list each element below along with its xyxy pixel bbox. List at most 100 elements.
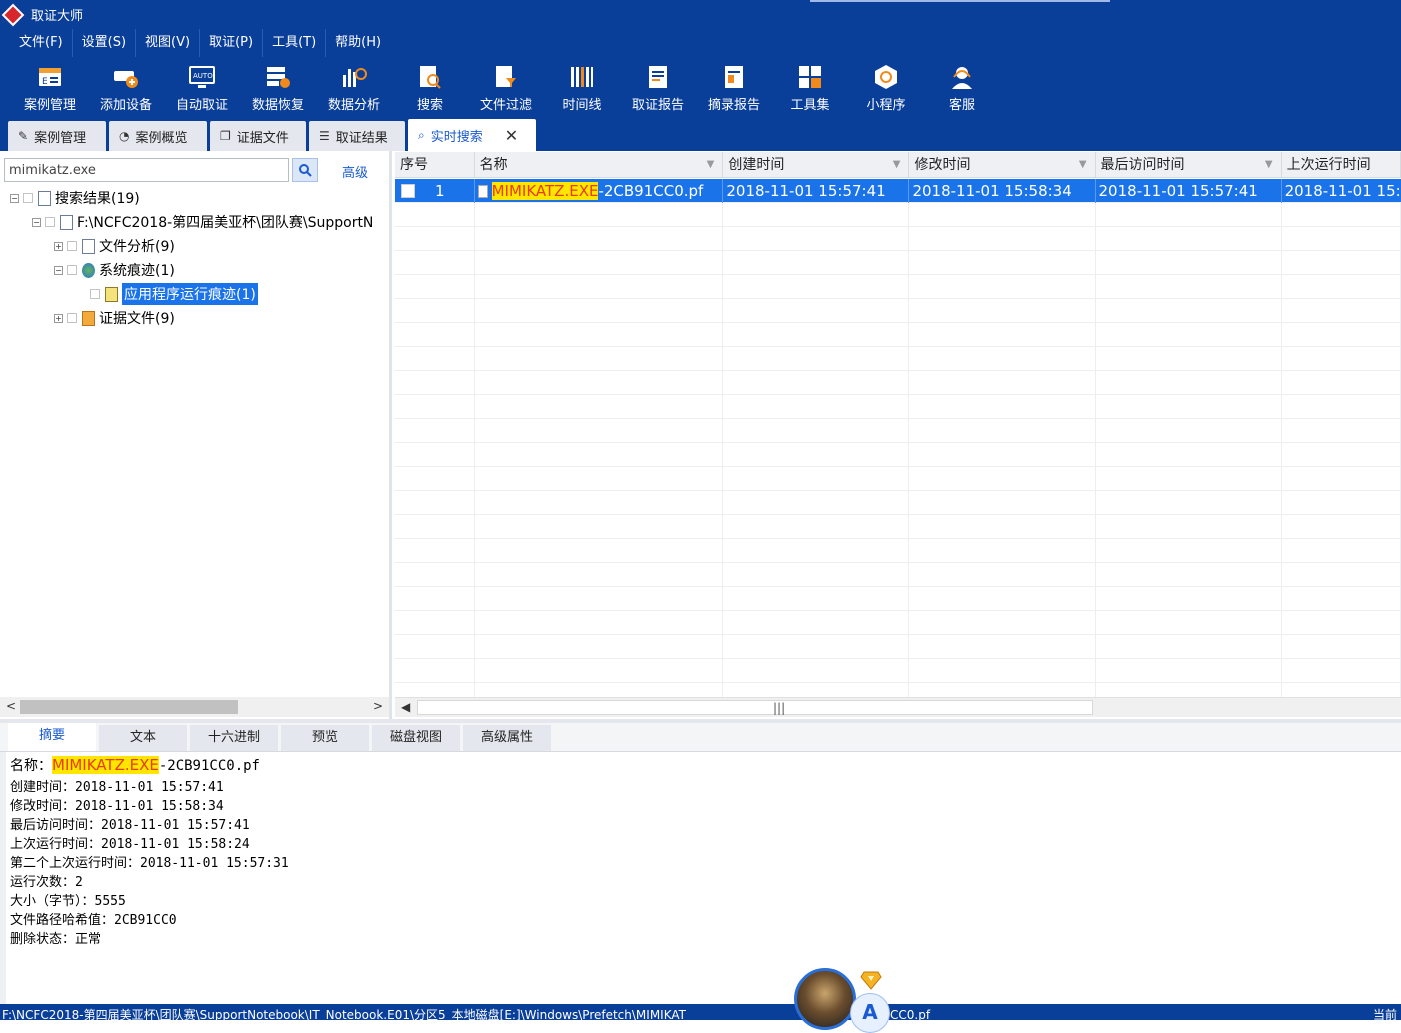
collapse-icon[interactable]: −	[54, 265, 63, 275]
expand-icon[interactable]: +	[54, 313, 63, 323]
tree-checkbox[interactable]	[67, 241, 77, 251]
empty-cell	[1282, 395, 1401, 419]
tree-node-system-traces[interactable]: − 系统痕迹(1)	[54, 259, 175, 281]
tab-text[interactable]: 文本	[99, 725, 187, 751]
column-header-last-run[interactable]: 上次运行时间	[1282, 152, 1401, 178]
empty-cell	[475, 251, 724, 275]
menu-forensics[interactable]: 取证(P)	[200, 29, 264, 57]
file-analysis-icon	[82, 238, 95, 254]
empty-cell	[395, 275, 475, 299]
empty-cell	[1096, 611, 1282, 635]
copy-icon: ❐	[220, 129, 231, 143]
column-header-modified[interactable]: 修改时间 ▼	[909, 152, 1096, 178]
toolbar-label: 工具集	[790, 98, 830, 113]
assistant-avatar[interactable]	[794, 968, 856, 1030]
menu-view[interactable]: 视图(V)	[136, 29, 201, 57]
row-checkbox[interactable]	[401, 184, 415, 198]
empty-cell	[723, 563, 910, 587]
tree-node-evidence-path[interactable]: − F:\NCFC2018-第四届美亚杯\团队赛\SupportN	[32, 211, 373, 233]
add-device-button[interactable]: 添加设备	[88, 57, 164, 118]
tab-summary[interactable]: 摘要	[8, 723, 96, 751]
close-tab-icon[interactable]: ✕	[505, 126, 518, 145]
empty-cell	[395, 371, 475, 395]
tree-checkbox[interactable]	[67, 313, 77, 323]
empty-cell	[1282, 251, 1401, 275]
search-input[interactable]	[4, 158, 289, 182]
tree-checkbox[interactable]	[45, 217, 55, 227]
toolset-button[interactable]: 工具集	[772, 57, 848, 118]
timeline-button[interactable]: 时间线	[544, 57, 620, 118]
empty-cell	[723, 251, 910, 275]
left-horizontal-scrollbar[interactable]: < >	[0, 697, 389, 717]
filter-icon[interactable]: ▼	[1265, 152, 1273, 178]
report-button[interactable]: 取证报告	[620, 57, 696, 118]
empty-cell	[723, 227, 910, 251]
tree-node-file-analysis[interactable]: + 文件分析(9)	[54, 235, 175, 257]
column-header-name[interactable]: 名称 ▼	[475, 152, 724, 178]
assistant-a-button[interactable]: A	[850, 993, 890, 1033]
empty-cell	[475, 299, 724, 323]
tab-hex[interactable]: 十六进制	[190, 725, 278, 751]
column-header-accessed[interactable]: 最后访问时间 ▼	[1096, 152, 1282, 178]
filter-icon[interactable]: ▼	[707, 152, 715, 178]
tree-checkbox[interactable]	[90, 289, 100, 299]
scroll-thumb[interactable]: |||	[417, 700, 1093, 715]
expand-icon[interactable]: +	[54, 241, 63, 251]
menu-help[interactable]: 帮助(H)	[326, 29, 390, 57]
tree-node-app-traces[interactable]: 应用程序运行痕迹(1)	[78, 283, 258, 305]
search-button[interactable]: 搜索	[392, 57, 468, 118]
scroll-left-icon[interactable]: <	[6, 699, 16, 713]
tree-checkbox[interactable]	[23, 193, 33, 203]
empty-cell	[395, 323, 475, 347]
auto-forensics-button[interactable]: AUTO 自动取证	[164, 57, 240, 118]
empty-cell	[1282, 371, 1401, 395]
tab-case-manage[interactable]: ✎ 案例管理	[8, 121, 106, 151]
mini-program-button[interactable]: 小程序	[848, 57, 924, 118]
tab-preview[interactable]: 预览	[281, 725, 369, 751]
empty-cell	[723, 587, 910, 611]
detail-run-count: 运行次数：2	[10, 875, 83, 890]
scroll-thumb[interactable]	[20, 700, 238, 714]
filter-icon[interactable]: ▼	[1079, 152, 1087, 178]
tree-node-search-results[interactable]: − 搜索结果(19)	[10, 187, 140, 209]
customer-service-button[interactable]: 客服	[924, 57, 1000, 118]
data-recovery-button[interactable]: 数据恢复	[240, 57, 316, 118]
menu-bar: 文件(F) 设置(S) 视图(V) 取证(P) 工具(T) 帮助(H)	[0, 29, 1401, 57]
empty-cell	[723, 419, 910, 443]
empty-cell	[909, 299, 1096, 323]
menu-settings[interactable]: 设置(S)	[73, 29, 137, 57]
tree-node-evidence-files[interactable]: + 证据文件(9)	[54, 307, 175, 329]
scroll-right-icon[interactable]: >	[373, 699, 383, 713]
column-header-created[interactable]: 创建时间 ▼	[723, 152, 910, 178]
empty-cell	[1282, 347, 1401, 371]
tab-case-overview[interactable]: ◔ 案例概览	[109, 121, 207, 151]
menu-tools[interactable]: 工具(T)	[263, 29, 327, 57]
grid-horizontal-scrollbar[interactable]: ◀ |||	[395, 697, 1401, 717]
tab-disk-view[interactable]: 磁盘视图	[372, 725, 460, 751]
report-icon	[644, 63, 672, 91]
scroll-left-icon[interactable]: ◀	[401, 700, 410, 714]
tree-checkbox[interactable]	[67, 265, 77, 275]
table-row[interactable]: 1 MIMIKATZ.EXE-2CB91CC0.pf 2018-11-01 15…	[395, 179, 1401, 203]
advanced-search-link[interactable]: 高级	[342, 162, 368, 181]
customer-service-icon	[948, 63, 976, 91]
empty-cell	[909, 491, 1096, 515]
file-filter-icon	[492, 63, 520, 91]
tab-evidence-files[interactable]: ❐ 证据文件	[210, 121, 306, 151]
tab-realtime-search[interactable]: ⌕ 实时搜索 ✕	[408, 119, 536, 151]
status-path: F:\NCFC2018-第四届美亚杯\团队赛\SupportNotebook\I…	[2, 1008, 686, 1020]
search-button[interactable]	[292, 158, 318, 182]
collapse-icon[interactable]: −	[10, 193, 19, 203]
data-analysis-button[interactable]: 数据分析	[316, 57, 392, 118]
data-recovery-icon	[264, 63, 292, 91]
file-filter-button[interactable]: 文件过滤	[468, 57, 544, 118]
excerpt-report-button[interactable]: 摘录报告	[696, 57, 772, 118]
filter-icon[interactable]: ▼	[893, 152, 901, 178]
tab-forensics-result[interactable]: ☰ 取证结果	[309, 121, 405, 151]
column-header-index[interactable]: 序号	[395, 152, 475, 178]
timeline-icon	[568, 63, 596, 91]
collapse-icon[interactable]: −	[32, 217, 41, 227]
menu-file[interactable]: 文件(F)	[10, 29, 73, 57]
tab-advanced-properties[interactable]: 高级属性	[463, 725, 551, 751]
case-manage-button[interactable]: E 案例管理	[12, 57, 88, 118]
